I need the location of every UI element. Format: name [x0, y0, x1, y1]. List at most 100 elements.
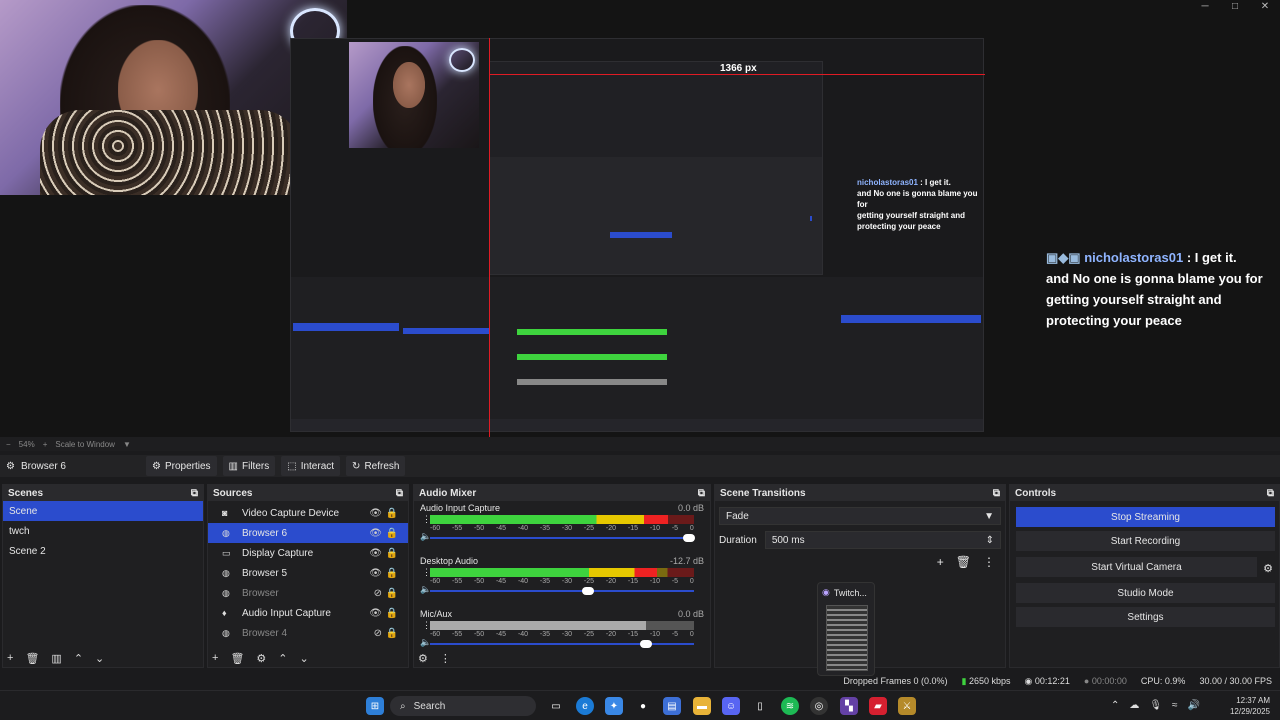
- minimize-icon[interactable]: ─: [1190, 0, 1220, 14]
- gear-icon[interactable]: ⚙: [418, 652, 428, 665]
- source-item[interactable]: ▭ Display Capture 👁 🔒: [208, 543, 408, 563]
- source-item[interactable]: ◍ Browser 6 👁 🔒: [208, 523, 408, 543]
- lock-icon[interactable]: 🔒: [386, 568, 398, 579]
- taskbar: ⊞ ⌕ Search ▭ e ✦ ● ▤ ▬ ☺ ▯ ≋ ◎ ▚ ▰ ⚔ ⌃ ☁…: [0, 690, 1280, 720]
- undock-icon[interactable]: ⧉: [191, 488, 198, 499]
- undock-icon[interactable]: ⧉: [698, 488, 705, 499]
- undock-icon[interactable]: ⧉: [1267, 488, 1274, 499]
- more-icon[interactable]: ⋮: [440, 652, 451, 665]
- lock-icon[interactable]: 🔒: [386, 628, 398, 639]
- chevron-up-icon[interactable]: ⌃: [1111, 700, 1119, 711]
- trash-icon[interactable]: 🗑: [25, 652, 39, 665]
- source-item[interactable]: ◍ Browser ⊘ 🔒: [208, 583, 408, 603]
- slider-handle[interactable]: [682, 534, 695, 542]
- lock-icon[interactable]: 🔒: [386, 508, 398, 519]
- slider-handle[interactable]: [582, 587, 595, 595]
- studio-mode-button[interactable]: Studio Mode: [1016, 583, 1275, 603]
- task-view-icon[interactable]: ▭: [547, 697, 565, 715]
- eye-icon[interactable]: 👁: [369, 568, 382, 579]
- maximize-icon[interactable]: □: [1220, 0, 1250, 14]
- discord-icon[interactable]: ☺: [722, 697, 740, 715]
- gear-icon[interactable]: ⚙: [256, 652, 266, 665]
- trash-icon[interactable]: 🗑: [230, 652, 244, 665]
- lock-icon[interactable]: 🔒: [386, 588, 398, 599]
- add-icon[interactable]: +: [937, 555, 944, 569]
- location-icon[interactable]: ●: [634, 697, 652, 715]
- scene-item[interactable]: twch: [3, 521, 203, 541]
- broadcast-icon: ◉: [1024, 675, 1033, 686]
- eye-icon[interactable]: 👁: [369, 608, 382, 619]
- eye-hidden-icon[interactable]: ⊘: [374, 628, 382, 639]
- slider-handle[interactable]: [640, 640, 653, 648]
- scene-item[interactable]: Scene: [3, 501, 203, 521]
- taskbar-preview-popup[interactable]: ◉ Twitch...: [817, 582, 875, 676]
- properties-button[interactable]: ⚙ Properties: [146, 456, 217, 476]
- start-recording-button[interactable]: Start Recording: [1016, 531, 1275, 551]
- refresh-button[interactable]: ↻ Refresh: [346, 456, 406, 476]
- app-icon[interactable]: ▰: [869, 697, 887, 715]
- eye-hidden-icon[interactable]: ⊘: [374, 588, 382, 599]
- duration-input[interactable]: 500 ms ⇕: [764, 531, 1001, 549]
- settings-button[interactable]: Settings: [1016, 607, 1275, 627]
- lock-icon[interactable]: 🔒: [386, 608, 398, 619]
- volume-slider[interactable]: [430, 587, 694, 595]
- mic-icon[interactable]: 🎙: [1149, 700, 1162, 711]
- more-icon[interactable]: ⋮: [983, 555, 995, 569]
- obs-icon[interactable]: ◎: [810, 697, 828, 715]
- folder-icon[interactable]: ▬: [693, 697, 711, 715]
- taskbar-search[interactable]: ⌕ Search: [390, 696, 536, 716]
- source-label: Browser 6: [242, 527, 288, 539]
- eye-icon[interactable]: 👁: [369, 508, 382, 519]
- interact-button[interactable]: ⬚ Interact: [281, 456, 341, 476]
- zoom-out-icon[interactable]: −: [6, 440, 11, 449]
- volume-slider[interactable]: [430, 640, 694, 648]
- close-icon[interactable]: ✕: [1250, 0, 1280, 14]
- gear-icon[interactable]: ⚙: [1259, 562, 1277, 575]
- tick-label: -45: [495, 631, 507, 638]
- transition-select[interactable]: Fade ▼: [719, 507, 1001, 525]
- preview-canvas[interactable]: ─ □ ✕ nicholastoras01 : I get it. and No…: [0, 0, 1280, 437]
- filter-icon[interactable]: ▥: [51, 652, 61, 665]
- stepper-icon[interactable]: ⇕: [986, 535, 994, 546]
- add-icon[interactable]: +: [212, 652, 218, 665]
- chevron-down-icon[interactable]: ⌄: [95, 652, 104, 665]
- start-virtual-camera-button[interactable]: Start Virtual Camera: [1016, 557, 1257, 577]
- scene-item[interactable]: Scene 2: [3, 541, 203, 561]
- chevron-down-icon[interactable]: ▼: [123, 440, 131, 449]
- chat-message: ▣◆▣ nicholastoras01 : I get it. and No o…: [1046, 250, 1263, 328]
- eye-icon[interactable]: 👁: [369, 528, 382, 539]
- source-item[interactable]: ◍ Browser 4 ⊘ 🔒: [208, 623, 408, 643]
- edge-icon[interactable]: e: [576, 697, 594, 715]
- undock-icon[interactable]: ⧉: [993, 488, 1000, 499]
- dock-title: Scenes: [8, 487, 44, 499]
- source-item[interactable]: ◙ Video Capture Device 👁 🔒: [208, 503, 408, 523]
- lock-icon[interactable]: 🔒: [386, 548, 398, 559]
- twitch-icon[interactable]: ▚: [840, 697, 858, 715]
- wifi-icon[interactable]: ≈: [1172, 700, 1178, 711]
- volume-icon[interactable]: 🔊: [1188, 700, 1200, 711]
- spotify-icon[interactable]: ≋: [781, 697, 799, 715]
- source-item[interactable]: ◍ Browser 5 👁 🔒: [208, 563, 408, 583]
- chevron-up-icon[interactable]: ⌃: [74, 652, 83, 665]
- trash-icon[interactable]: 🗑: [956, 555, 971, 569]
- filters-button[interactable]: ▥ Filters: [222, 456, 276, 476]
- zoom-in-icon[interactable]: +: [43, 440, 48, 449]
- window-thumbnail[interactable]: [826, 605, 868, 671]
- add-icon[interactable]: +: [7, 652, 13, 665]
- source-item[interactable]: ♦ Audio Input Capture 👁 🔒: [208, 603, 408, 623]
- scale-mode[interactable]: Scale to Window: [55, 440, 115, 449]
- eye-icon[interactable]: 👁: [369, 548, 382, 559]
- windows-start-icon[interactable]: ⊞: [366, 697, 384, 715]
- copilot-icon[interactable]: ✦: [605, 697, 623, 715]
- chevron-up-icon[interactable]: ⌃: [278, 652, 287, 665]
- lock-icon[interactable]: 🔒: [386, 528, 398, 539]
- chevron-down-icon[interactable]: ⌄: [300, 652, 309, 665]
- store-icon[interactable]: ▤: [663, 697, 681, 715]
- file-icon[interactable]: ▯: [751, 697, 769, 715]
- undock-icon[interactable]: ⧉: [396, 488, 403, 499]
- stop-streaming-button[interactable]: Stop Streaming: [1016, 507, 1275, 527]
- clock[interactable]: 12:37 AM 12/29/2025: [1230, 695, 1270, 717]
- league-icon[interactable]: ⚔: [898, 697, 916, 715]
- cloud-icon[interactable]: ☁: [1129, 700, 1139, 711]
- volume-slider[interactable]: [430, 534, 695, 542]
